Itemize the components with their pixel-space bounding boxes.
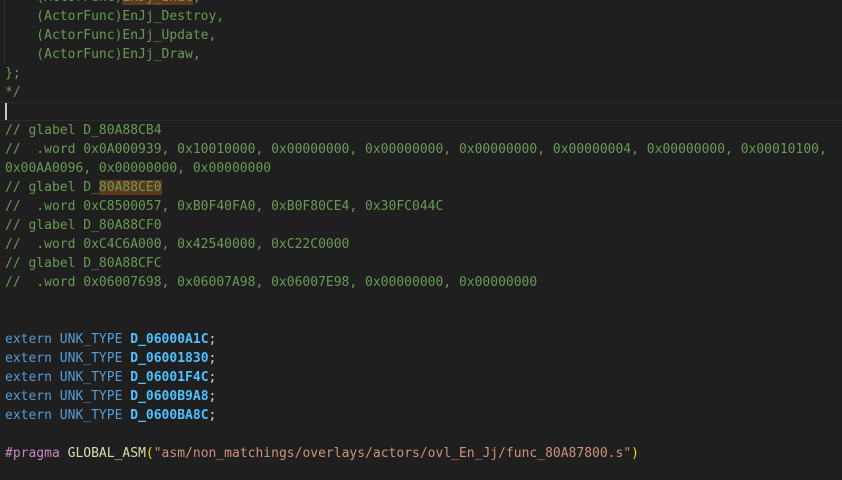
code-line[interactable]: */ xyxy=(5,83,842,102)
code-line[interactable]: // glabel D_80A88CB4 xyxy=(5,121,842,140)
code-line[interactable]: extern UNK_TYPE D_06001830; xyxy=(5,349,842,368)
code-token xyxy=(52,370,60,385)
code-line[interactable]: #pragma GLOBAL_ASM("asm/non_matchings/ov… xyxy=(5,444,842,463)
code-token: // .word 0x06007698, 0x06007A98, 0x06007… xyxy=(5,275,537,290)
search-match-highlight: EnJj_Init xyxy=(122,0,192,5)
code-line[interactable] xyxy=(5,311,842,330)
code-line[interactable]: (ActorFunc)EnJj_Update, xyxy=(5,26,842,45)
code-line[interactable]: 0x00AA0096, 0x00000000, 0x00000000 xyxy=(5,159,842,178)
code-token: ) xyxy=(631,446,639,461)
text-cursor xyxy=(5,103,7,120)
code-line[interactable]: extern UNK_TYPE D_0600B9A8; xyxy=(5,387,842,406)
code-line[interactable]: // .word 0x06007698, 0x06007A98, 0x06007… xyxy=(5,273,842,292)
code-line[interactable]: (ActorFunc)EnJj_Draw, xyxy=(5,45,842,64)
code-token: UNK_TYPE xyxy=(60,370,123,385)
code-token: }; xyxy=(5,66,21,81)
code-token: // glabel D_80A88CFC xyxy=(5,256,162,271)
code-token: ; xyxy=(209,332,217,347)
code-token: // .word 0xC8500057, 0xB0F40FA0, 0xB0F80… xyxy=(5,199,443,214)
code-token: extern xyxy=(5,389,52,404)
code-line[interactable]: (ActorFunc)EnJj_Init, xyxy=(5,0,842,7)
code-token xyxy=(52,332,60,347)
code-token: // .word 0x0A000939, 0x10010000, 0x00000… xyxy=(5,142,827,157)
code-line[interactable] xyxy=(5,292,842,311)
code-token: UNK_TYPE xyxy=(60,351,123,366)
code-token xyxy=(52,351,60,366)
code-token: ; xyxy=(209,351,217,366)
code-token: D_06001F4C xyxy=(130,370,208,385)
code-token: extern xyxy=(5,370,52,385)
code-line[interactable]: // .word 0xC8500057, 0xB0F40FA0, 0xB0F80… xyxy=(5,197,842,216)
code-token: GLOBAL_ASM xyxy=(68,446,146,461)
code-token: */ xyxy=(5,85,21,100)
code-token: D_06001830 xyxy=(130,351,208,366)
code-token: // glabel D_80A88CB4 xyxy=(5,123,162,138)
code-token: ; xyxy=(209,389,217,404)
code-token: 0x00AA0096, 0x00000000, 0x00000000 xyxy=(5,161,271,176)
code-line[interactable] xyxy=(5,463,842,480)
code-line[interactable]: extern UNK_TYPE D_06000A1C; xyxy=(5,330,842,349)
code-line[interactable]: (ActorFunc)EnJj_Destroy, xyxy=(5,7,842,26)
code-line[interactable]: }; xyxy=(5,64,842,83)
code-token: // glabel D_ xyxy=(5,180,99,195)
code-token: (ActorFunc) xyxy=(5,0,122,5)
code-token: ; xyxy=(209,370,217,385)
code-token xyxy=(60,446,68,461)
code-editor[interactable]: (ActorFunc)EnJj_Init, (ActorFunc)EnJj_De… xyxy=(0,0,842,480)
code-token: D_0600BA8C xyxy=(130,408,208,423)
code-token: (ActorFunc)EnJj_Update, xyxy=(5,28,216,43)
code-line[interactable]: // .word 0xC4C6A000, 0x42540000, 0xC22C0… xyxy=(5,235,842,254)
code-token: D_06000A1C xyxy=(130,332,208,347)
code-line[interactable]: // .word 0x0A000939, 0x10010000, 0x00000… xyxy=(5,140,842,159)
code-token: extern xyxy=(5,408,52,423)
code-token: extern xyxy=(5,332,52,347)
code-token xyxy=(52,408,60,423)
code-token: UNK_TYPE xyxy=(60,389,123,404)
code-line[interactable]: // glabel D_80A88CF0 xyxy=(5,216,842,235)
code-token: ( xyxy=(146,446,154,461)
code-token: (ActorFunc)EnJj_Destroy, xyxy=(5,9,224,24)
code-line[interactable]: extern UNK_TYPE D_0600BA8C; xyxy=(5,406,842,425)
code-token: ; xyxy=(209,408,217,423)
code-token: UNK_TYPE xyxy=(60,332,123,347)
code-token: // .word 0xC4C6A000, 0x42540000, 0xC22C0… xyxy=(5,237,349,252)
code-lines: (ActorFunc)EnJj_Init, (ActorFunc)EnJj_De… xyxy=(5,0,842,480)
code-token: , xyxy=(193,0,201,5)
code-token: // glabel D_80A88CF0 xyxy=(5,218,162,233)
code-token: UNK_TYPE xyxy=(60,408,123,423)
code-token: extern xyxy=(5,351,52,366)
code-token: D_0600B9A8 xyxy=(130,389,208,404)
code-token: "asm/non_matchings/overlays/actors/ovl_E… xyxy=(154,446,631,461)
code-line[interactable]: extern UNK_TYPE D_06001F4C; xyxy=(5,368,842,387)
search-match-highlight: 80A88CE0 xyxy=(99,180,162,195)
code-line[interactable] xyxy=(5,102,842,121)
code-token xyxy=(52,389,60,404)
code-line[interactable]: // glabel D_80A88CFC xyxy=(5,254,842,273)
code-token: (ActorFunc)EnJj_Draw, xyxy=(5,47,201,62)
code-line[interactable]: // glabel D_80A88CE0 xyxy=(5,178,842,197)
code-line[interactable] xyxy=(5,425,842,444)
code-token: #pragma xyxy=(5,446,60,461)
